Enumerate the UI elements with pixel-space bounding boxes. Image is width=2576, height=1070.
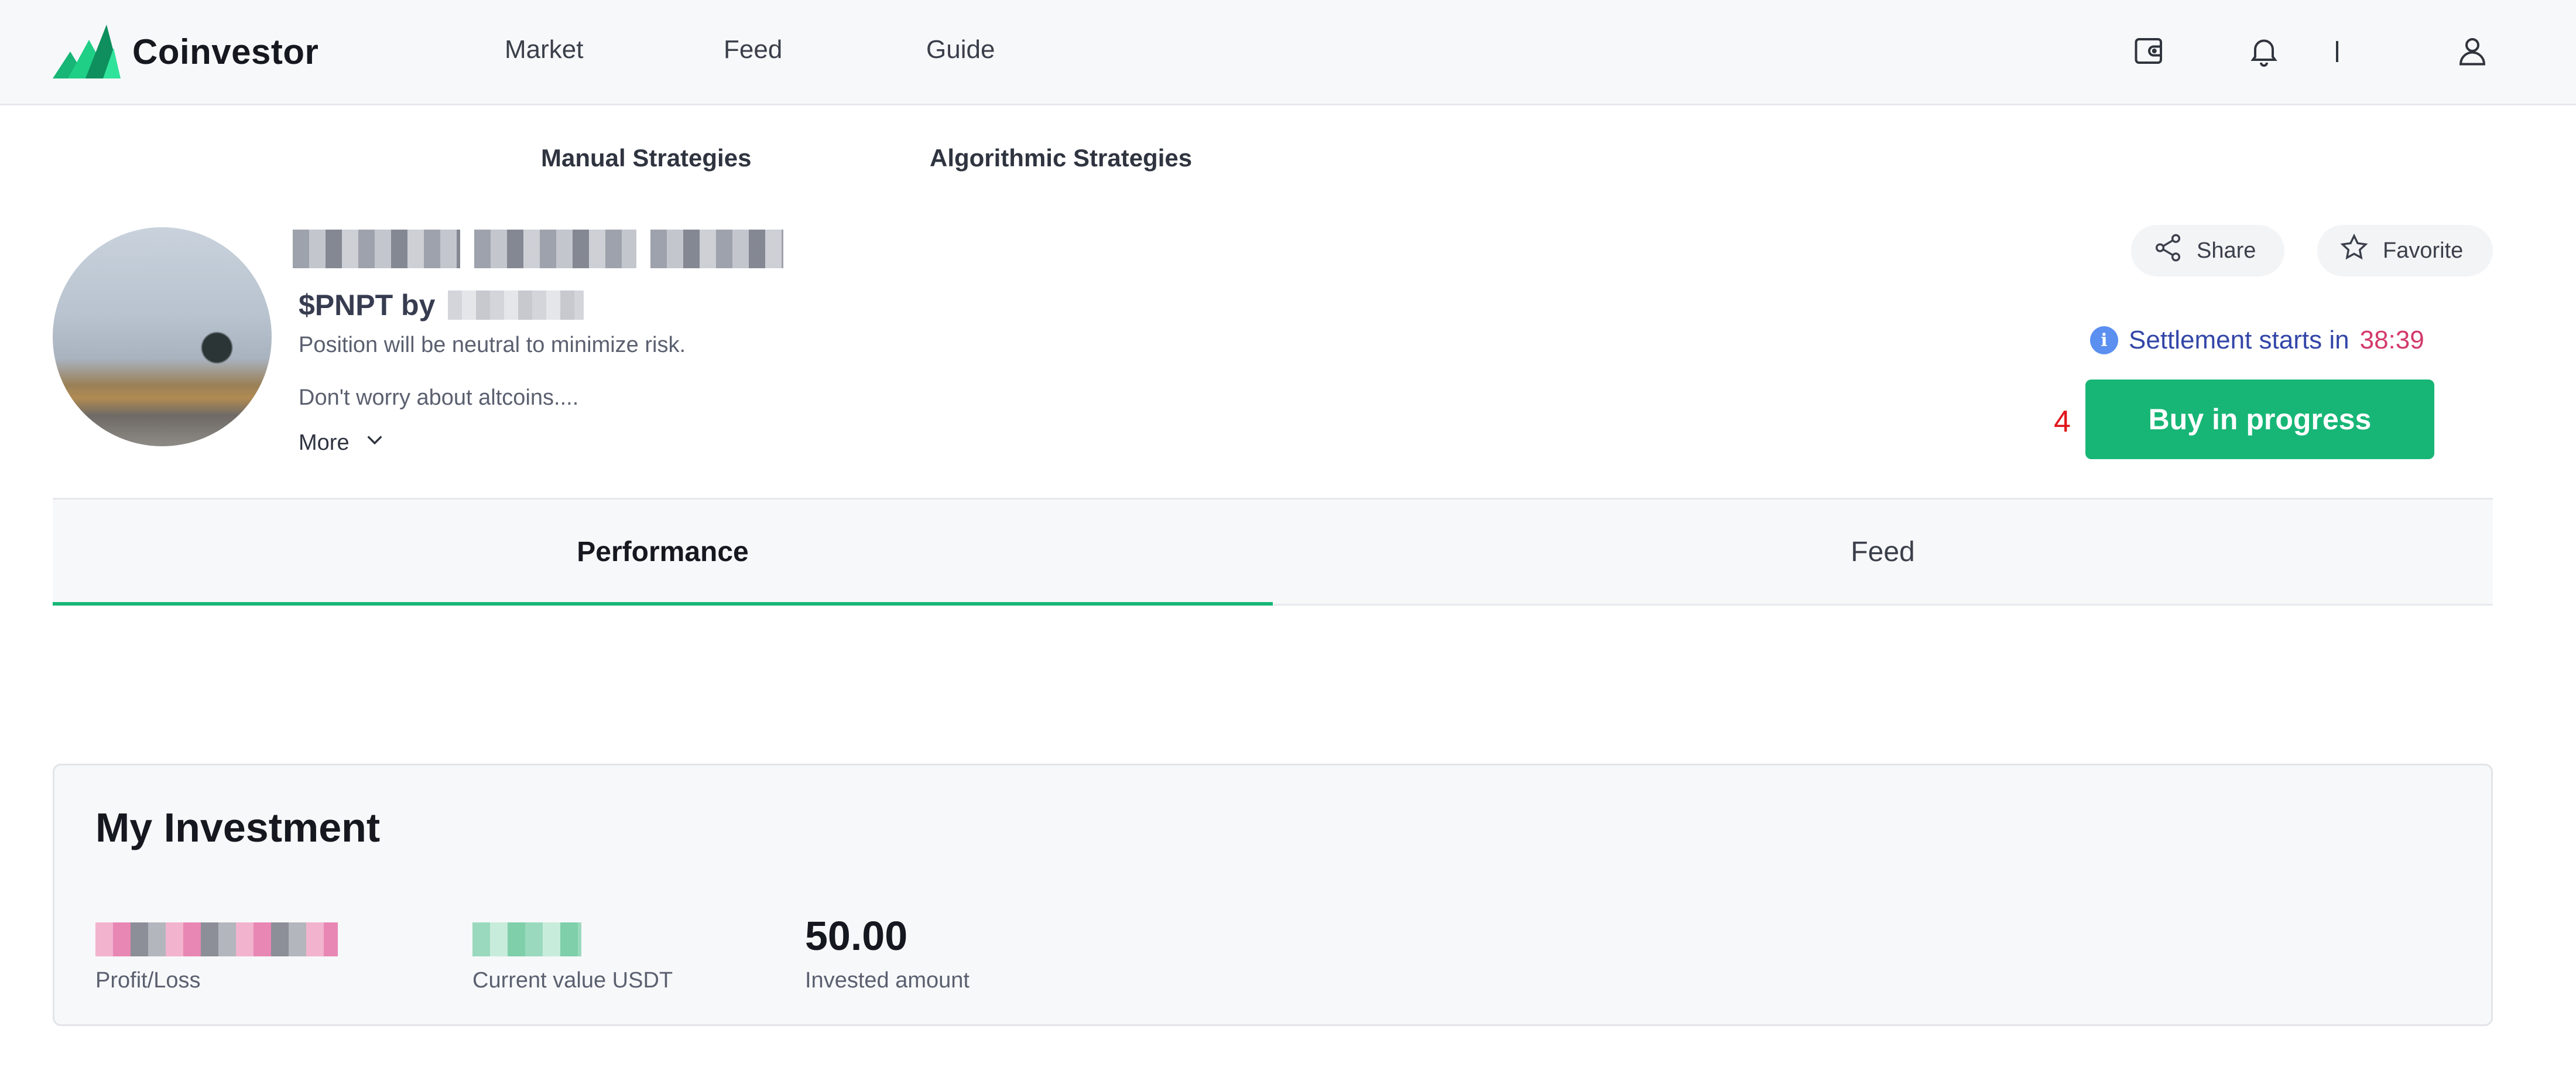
ticker-label: $PNPT by [299, 289, 436, 322]
investment-title: My Investment [95, 805, 381, 850]
invested-amount-metric: 50.00 Invested amount [805, 913, 970, 993]
tab-feed[interactable]: Feed [1273, 500, 2493, 604]
info-icon: i [2090, 326, 2118, 354]
my-investment-card: My Investment Profit/Loss Current value … [53, 764, 2493, 1026]
more-label: More [299, 430, 350, 455]
buy-in-progress-button[interactable]: Buy in progress [2085, 380, 2434, 459]
user-icon[interactable] [2452, 30, 2493, 71]
share-icon [2152, 232, 2184, 269]
wallet-icon[interactable] [2129, 30, 2170, 71]
tab-algorithmic-strategies[interactable]: Algorithmic Strategies [930, 144, 1192, 172]
buy-label: Buy in progress [2148, 403, 2372, 436]
chevron-down-icon [365, 430, 385, 456]
share-label: Share [2197, 238, 2256, 263]
logo[interactable]: Coinvestor [53, 25, 318, 78]
profit-loss-value-redacted [95, 922, 338, 956]
bell-icon[interactable] [2243, 30, 2284, 71]
favorite-button[interactable]: Favorite [2317, 225, 2493, 276]
current-value-metric: Current value USDT [472, 920, 673, 993]
nav-market[interactable]: Market [505, 35, 583, 64]
description-line-2: Don't worry about altcoins.... [299, 385, 579, 410]
strategy-name-redacted [293, 230, 783, 268]
nav-separator [2336, 41, 2338, 62]
settlement-countdown: 38:39 [2359, 326, 2424, 354]
nav-feed[interactable]: Feed [724, 35, 782, 64]
settlement-text: Settlement starts in [2129, 326, 2349, 354]
content-tabs: Performance Feed [53, 498, 2493, 606]
strategy-ticker: $PNPT by [299, 288, 584, 322]
star-icon [2338, 232, 2370, 269]
profit-loss-label: Profit/Loss [95, 968, 201, 993]
invested-amount-label: Invested amount [805, 968, 970, 993]
favorite-label: Favorite [2383, 238, 2464, 263]
tab-performance-label: Performance [577, 536, 749, 568]
settlement-notice: i Settlement starts in 38:39 [2090, 326, 2424, 355]
invested-amount-value: 50.00 [805, 913, 908, 959]
top-navigation-bar: Coinvestor Market Feed Guide [0, 0, 2576, 105]
profit-loss-metric: Profit/Loss [95, 920, 338, 993]
author-name-redacted [448, 290, 584, 320]
current-value-redacted [472, 922, 581, 956]
more-button[interactable]: More [299, 430, 385, 456]
share-button[interactable]: Share [2131, 225, 2284, 276]
current-value-label: Current value USDT [472, 968, 673, 993]
app-name: Coinvestor [132, 32, 319, 71]
logo-icon [53, 25, 121, 78]
tab-manual-strategies[interactable]: Manual Strategies [541, 144, 751, 172]
avatar [53, 227, 272, 446]
tab-feed-label: Feed [1851, 536, 1915, 568]
description-line-1: Position will be neutral to minimize ris… [299, 333, 686, 357]
nav-guide[interactable]: Guide [926, 35, 995, 64]
step-marker: 4 [2054, 405, 2071, 439]
tab-performance[interactable]: Performance [53, 500, 1273, 606]
